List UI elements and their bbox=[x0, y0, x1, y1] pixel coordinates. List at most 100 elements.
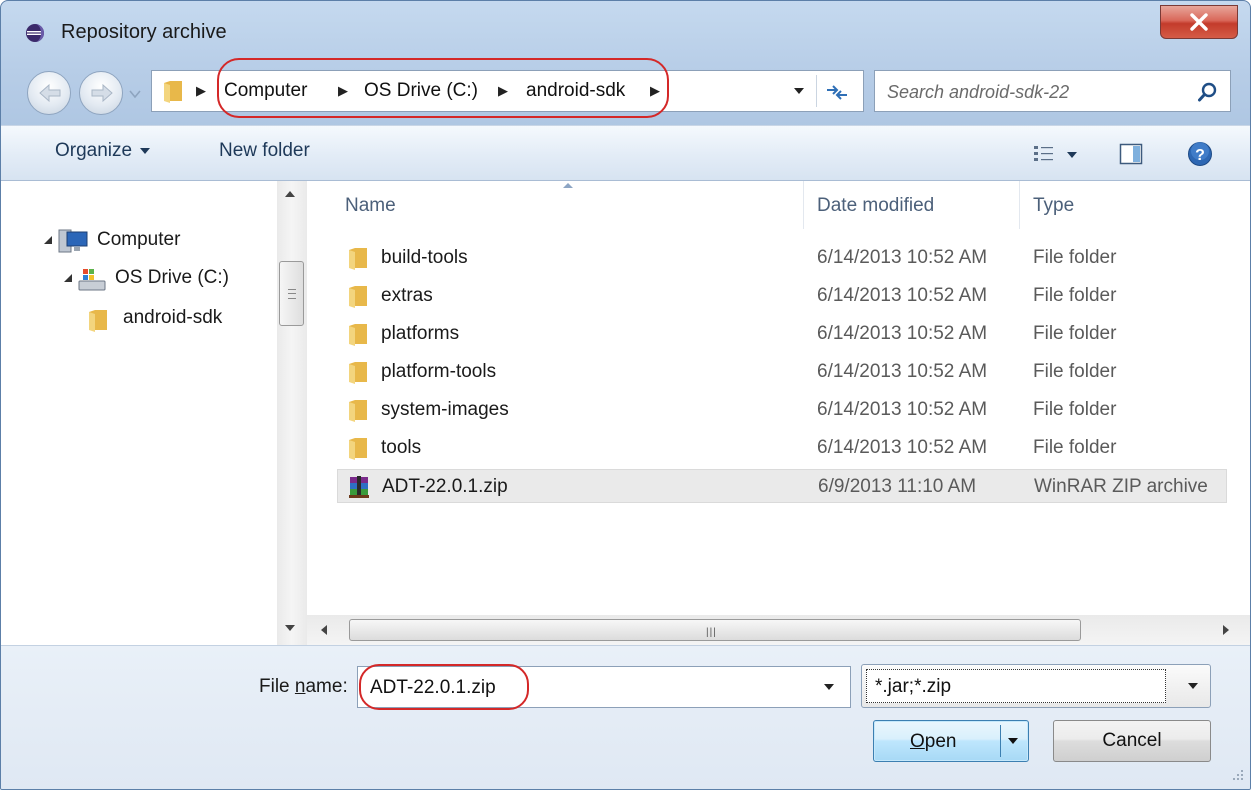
close-icon bbox=[1190, 13, 1208, 31]
search-box[interactable] bbox=[874, 70, 1231, 112]
column-divider[interactable] bbox=[803, 181, 804, 229]
close-button[interactable] bbox=[1160, 5, 1238, 39]
back-button[interactable] bbox=[27, 71, 71, 115]
breadcrumb-computer[interactable]: Computer bbox=[224, 80, 307, 102]
change-view-icon[interactable] bbox=[1033, 144, 1055, 164]
preview-pane-icon[interactable] bbox=[1119, 142, 1143, 166]
eclipse-icon bbox=[26, 24, 44, 42]
file-row[interactable]: build-tools 6/14/2013 10:52 AM File fold… bbox=[337, 241, 1227, 275]
organize-label: Organize bbox=[55, 140, 133, 161]
file-row[interactable]: system-images 6/14/2013 10:52 AM File fo… bbox=[337, 393, 1227, 427]
breadcrumb-os-drive[interactable]: OS Drive (C:) bbox=[364, 80, 478, 102]
file-row[interactable]: platforms 6/14/2013 10:52 AM File folder bbox=[337, 317, 1227, 351]
open-button[interactable]: Open bbox=[873, 720, 1029, 762]
file-date: 6/14/2013 10:52 AM bbox=[817, 361, 988, 382]
filter-selected-value: *.jar;*.zip bbox=[875, 676, 952, 697]
file-name: extras bbox=[381, 285, 433, 306]
address-bar[interactable]: ▶ Computer ▶ OS Drive (C:) ▶ android-sdk… bbox=[151, 70, 864, 112]
folder-icon bbox=[349, 362, 367, 384]
forward-arrow-icon bbox=[91, 83, 113, 103]
file-type: File folder bbox=[1033, 399, 1117, 420]
scroll-down-arrow-icon[interactable] bbox=[285, 625, 295, 631]
label-text: File bbox=[259, 676, 295, 697]
computer-icon bbox=[58, 229, 88, 253]
split-divider bbox=[1000, 725, 1001, 757]
window-title: Repository archive bbox=[61, 21, 227, 43]
grip-icon bbox=[288, 289, 296, 299]
file-type: File folder bbox=[1033, 361, 1117, 382]
command-toolbar: Organize New folder ? bbox=[1, 125, 1250, 181]
file-row[interactable]: extras 6/14/2013 10:52 AM File folder bbox=[337, 279, 1227, 313]
folder-icon bbox=[349, 286, 367, 308]
label-text: ame: bbox=[305, 676, 348, 697]
address-divider bbox=[816, 75, 817, 107]
scroll-left-arrow-icon[interactable] bbox=[321, 625, 327, 635]
tree-expanded-arrow-icon[interactable] bbox=[63, 273, 73, 283]
file-list: Name Date modified Type build-tools 6/14… bbox=[307, 181, 1250, 645]
svg-text:?: ? bbox=[1195, 147, 1205, 164]
column-header-type[interactable]: Type bbox=[1033, 195, 1074, 217]
scrollbar-thumb[interactable]: ||| bbox=[349, 619, 1081, 641]
file-name-combobox[interactable] bbox=[357, 666, 851, 708]
folder-icon bbox=[349, 324, 367, 346]
tree-expanded-arrow-icon[interactable] bbox=[43, 235, 53, 245]
file-type: File folder bbox=[1033, 285, 1117, 306]
breadcrumb-android-sdk[interactable]: android-sdk bbox=[526, 80, 625, 102]
search-input[interactable] bbox=[885, 77, 1189, 107]
scroll-up-arrow-icon[interactable] bbox=[285, 191, 295, 197]
nav-pane-scrollbar[interactable] bbox=[277, 181, 307, 645]
file-row[interactable]: tools 6/14/2013 10:52 AM File folder bbox=[337, 431, 1227, 465]
column-header-date-modified[interactable]: Date modified bbox=[817, 195, 934, 217]
help-icon[interactable]: ? bbox=[1187, 141, 1213, 167]
file-name: platforms bbox=[381, 323, 460, 344]
open-options-dropdown-icon[interactable] bbox=[1008, 738, 1018, 744]
breadcrumb-separator[interactable]: ▶ bbox=[498, 83, 508, 99]
column-header-name[interactable]: Name bbox=[345, 195, 396, 217]
recent-pages-chevron-down-icon[interactable] bbox=[129, 89, 141, 99]
file-row-selected[interactable]: ADT-22.0.1.zip 6/9/2013 11:10 AM WinRAR … bbox=[337, 469, 1227, 503]
chevron-down-icon bbox=[140, 147, 151, 154]
nav-item-label: android-sdk bbox=[123, 307, 223, 328]
folder-icon bbox=[349, 248, 367, 270]
scrollbar-thumb[interactable] bbox=[279, 261, 304, 326]
file-name-dropdown-icon[interactable] bbox=[824, 684, 834, 690]
file-name-input[interactable] bbox=[368, 673, 812, 703]
breadcrumb-separator[interactable]: ▶ bbox=[650, 83, 660, 99]
cancel-button[interactable]: Cancel bbox=[1053, 720, 1211, 762]
file-date: 6/14/2013 10:52 AM bbox=[817, 399, 988, 420]
view-options-chevron-down-icon[interactable] bbox=[1067, 152, 1077, 158]
breadcrumb-separator[interactable]: ▶ bbox=[338, 83, 348, 99]
file-type: File folder bbox=[1033, 437, 1117, 458]
folder-icon bbox=[349, 400, 367, 422]
file-name-label: File name: bbox=[259, 676, 348, 698]
forward-button[interactable] bbox=[79, 71, 123, 115]
file-date: 6/14/2013 10:52 AM bbox=[817, 285, 988, 306]
file-name: build-tools bbox=[381, 247, 468, 268]
file-list-horizontal-scrollbar[interactable]: ||| bbox=[307, 615, 1250, 645]
dialog-footer: File name: *.jar;*.zip Open Cancel bbox=[1, 645, 1250, 789]
filter-focus-box: *.jar;*.zip bbox=[866, 669, 1166, 703]
file-row[interactable]: platform-tools 6/14/2013 10:52 AM File f… bbox=[337, 355, 1227, 389]
file-type-filter-select[interactable]: *.jar;*.zip bbox=[861, 664, 1211, 708]
address-history-dropdown-icon[interactable] bbox=[792, 85, 806, 97]
new-folder-button[interactable]: New folder bbox=[219, 140, 310, 162]
label-accelerator: O bbox=[910, 731, 925, 752]
refresh-icon[interactable] bbox=[824, 81, 850, 103]
content-area: Computer OS Drive (C:) android-sdk Name … bbox=[1, 181, 1250, 645]
title-bar: Repository archive bbox=[1, 1, 1250, 63]
label-text: pen bbox=[924, 731, 957, 752]
breadcrumb-separator[interactable]: ▶ bbox=[196, 83, 206, 99]
nav-item-label: OS Drive (C:) bbox=[115, 267, 229, 288]
winrar-archive-icon bbox=[349, 476, 369, 498]
navigation-pane: Computer OS Drive (C:) android-sdk bbox=[1, 181, 277, 645]
organize-button[interactable]: Organize bbox=[55, 140, 151, 162]
file-type: File folder bbox=[1033, 247, 1117, 268]
column-divider[interactable] bbox=[1019, 181, 1020, 229]
scroll-right-arrow-icon[interactable] bbox=[1223, 625, 1229, 635]
filter-dropdown-icon[interactable] bbox=[1188, 683, 1198, 689]
search-icon[interactable] bbox=[1197, 81, 1219, 103]
file-name: ADT-22.0.1.zip bbox=[382, 476, 508, 497]
open-label: Open bbox=[910, 731, 956, 753]
back-arrow-icon bbox=[39, 83, 61, 103]
resize-grip-icon[interactable] bbox=[1227, 766, 1245, 784]
